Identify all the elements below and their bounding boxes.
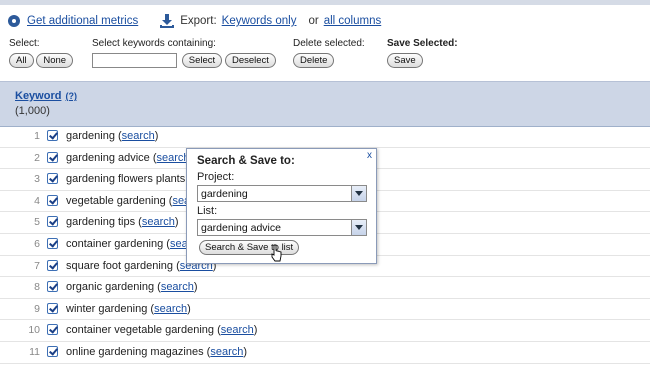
row-checkbox[interactable] (47, 237, 58, 249)
row-checkbox[interactable] (47, 173, 58, 185)
chevron-down-icon[interactable] (351, 186, 366, 201)
keyword-text: online gardening magazines (search) (66, 345, 248, 358)
keyword-label: winter gardening (66, 302, 148, 315)
row-number: 10 (28, 324, 40, 337)
keyword-search-link[interactable]: search (221, 324, 254, 336)
select-label: Select: (9, 38, 40, 49)
row-checkbox[interactable] (47, 151, 58, 163)
project-label: Project: (197, 171, 235, 183)
keyword-label: gardening tips (66, 216, 136, 229)
list-select[interactable]: gardening advice (197, 219, 367, 236)
toolbar: Get additional metrics Export: Keywords … (8, 13, 650, 29)
save-group: Save Selected: Save (387, 38, 458, 68)
keyword-search-link[interactable]: search (142, 216, 175, 228)
project-select[interactable]: gardening (197, 185, 367, 202)
select-button[interactable]: Select (181, 53, 223, 68)
row-number: 8 (34, 281, 40, 294)
keyword-text: winter gardening (search) (66, 302, 191, 315)
row-number: 1 (34, 130, 40, 142)
keyword-filter-input[interactable] (92, 53, 177, 68)
keyword-search-link[interactable]: search (122, 130, 155, 142)
export-keywords-only-link[interactable]: Keywords only (222, 15, 297, 27)
keyword-text: gardening tips (search) (66, 216, 179, 229)
select-none-button[interactable]: None (36, 53, 74, 68)
export-all-columns-link[interactable]: all columns (324, 15, 382, 27)
table-row: 11 online gardening magazines (search) (0, 342, 650, 364)
row-checkbox[interactable] (47, 259, 58, 271)
search-save-to-list-button[interactable]: Search & Save to list (199, 240, 300, 255)
keyword-search-link[interactable]: search (210, 346, 243, 358)
row-checkbox[interactable] (47, 345, 58, 357)
selection-controls: Select: All None Select keywords contain… (0, 38, 650, 70)
save-button[interactable]: Save (387, 53, 423, 68)
table-row: 9 winter gardening (search) (0, 299, 650, 321)
row-checkbox[interactable] (47, 130, 58, 141)
deselect-button[interactable]: Deselect (224, 53, 276, 68)
keyword-help-link[interactable]: (?) (65, 91, 77, 101)
delete-button[interactable]: Delete (293, 53, 335, 68)
row-number: 11 (29, 345, 40, 358)
close-icon[interactable]: x (367, 150, 372, 161)
keyword-label: gardening (66, 130, 115, 142)
containing-group: Select keywords containing: Select Desel… (92, 38, 276, 68)
get-additional-metrics-link[interactable]: Get additional metrics (27, 15, 138, 27)
select-group: Select: All None (9, 38, 74, 68)
select-all-button[interactable]: All (9, 53, 34, 68)
keyword-text: container vegetable gardening (search) (66, 324, 258, 337)
table-row: 8 organic gardening (search) (0, 277, 650, 299)
mouse-cursor-icon (271, 244, 282, 262)
row-number: 7 (34, 259, 40, 272)
keyword-label: gardening advice (66, 151, 150, 164)
keyword-sort-link[interactable]: Keyword (15, 90, 61, 102)
row-number: 5 (34, 216, 40, 229)
list-select-value: gardening advice (201, 222, 281, 234)
keyword-label: online gardening magazines (66, 345, 204, 358)
delete-label: Delete selected: (293, 38, 365, 49)
keyword-column-header: Keyword (?) (1,000) (0, 81, 650, 127)
row-checkbox[interactable] (47, 281, 58, 293)
keyword-label: container vegetable gardening (66, 324, 215, 337)
top-strip (0, 0, 650, 5)
row-checkbox[interactable] (47, 194, 58, 206)
row-checkbox[interactable] (47, 216, 58, 228)
row-number: 9 (34, 302, 40, 315)
delete-group: Delete selected: Delete (293, 38, 365, 68)
keyword-label: square foot gardening (66, 259, 174, 272)
gear-icon (8, 15, 20, 27)
or-text: or (308, 15, 319, 27)
keyword-label: container gardening (66, 237, 164, 250)
chevron-down-icon[interactable] (351, 220, 366, 235)
save-selected-label: Save Selected: (387, 38, 458, 49)
keyword-search-link[interactable]: search (154, 303, 187, 315)
containing-label: Select keywords containing: (92, 38, 216, 49)
project-select-value: gardening (201, 188, 248, 200)
list-label: List: (197, 205, 218, 217)
row-checkbox[interactable] (47, 324, 58, 336)
row-number: 6 (34, 237, 40, 250)
popup-title: Search & Save to: (197, 155, 295, 167)
download-icon (160, 14, 175, 28)
keyword-label: gardening flowers plants (66, 173, 186, 186)
keyword-text: gardening advice (search) (66, 151, 193, 164)
keyword-text: gardening (search) (66, 130, 159, 142)
keyword-label: organic gardening (66, 281, 155, 294)
row-number: 4 (34, 194, 40, 207)
keyword-label: vegetable gardening (66, 194, 166, 207)
keyword-text: organic gardening (search) (66, 281, 198, 294)
keyword-search-link[interactable]: search (161, 281, 194, 293)
table-row: 1 gardening (search) (0, 126, 650, 148)
export-label: Export: (180, 15, 217, 27)
keyword-count: (1,000) (15, 105, 50, 117)
row-number: 2 (34, 151, 40, 164)
keyword-header-title: Keyword (?) (15, 90, 77, 102)
row-checkbox[interactable] (47, 302, 58, 314)
keyword-search-link[interactable]: search (157, 152, 190, 164)
row-number: 3 (34, 173, 40, 186)
table-row: 10 container vegetable gardening (search) (0, 320, 650, 342)
